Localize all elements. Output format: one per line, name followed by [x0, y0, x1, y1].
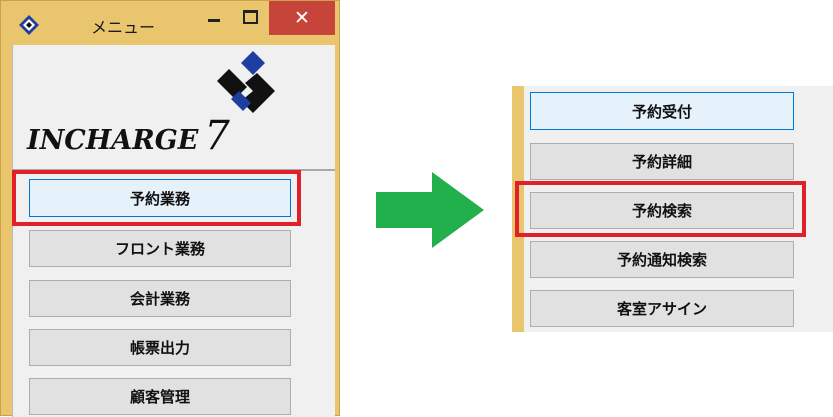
- maximize-button[interactable]: [235, 1, 265, 35]
- room-assign-button[interactable]: 客室アサイン: [530, 290, 794, 327]
- reservation-accept-button[interactable]: 予約受付: [530, 92, 794, 130]
- reservation-detail-button[interactable]: 予約詳細: [530, 143, 794, 180]
- window-title: メニュー: [91, 18, 156, 37]
- front-menu-button[interactable]: フロント業務: [29, 230, 291, 267]
- close-icon: ✕: [294, 7, 310, 29]
- close-button[interactable]: ✕: [269, 1, 335, 35]
- minimize-icon: [208, 19, 220, 22]
- reservation-notice-search-button[interactable]: 予約通知検索: [530, 241, 794, 278]
- minimize-button[interactable]: [199, 1, 229, 35]
- logo-brand: INCHARGE: [27, 125, 199, 156]
- logo-area: INCHARGE 7: [13, 45, 335, 171]
- highlight-box-reservation-search: [515, 181, 806, 237]
- title-bar[interactable]: メニュー ✕: [1, 1, 339, 45]
- arrow-right-icon: [376, 172, 484, 248]
- app-icon: [19, 15, 39, 35]
- maximize-icon: [243, 10, 258, 24]
- highlight-box-reservation: [12, 170, 301, 226]
- report-output-button[interactable]: 帳票出力: [29, 329, 291, 366]
- logo-wordmark: INCHARGE 7: [27, 113, 230, 159]
- customer-management-button[interactable]: 顧客管理: [29, 378, 291, 415]
- accounting-menu-button[interactable]: 会計業務: [29, 280, 291, 317]
- logo-version: 7: [204, 113, 230, 159]
- incharge-logo-icon: [217, 51, 275, 113]
